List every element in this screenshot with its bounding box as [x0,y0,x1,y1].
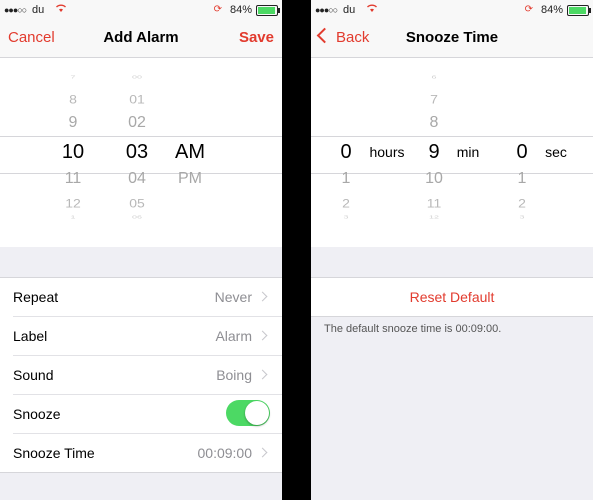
rotation-lock-icon: ⟳ [524,4,533,15]
hours-option[interactable]: 3 [343,214,348,220]
snooze-toggle[interactable] [226,400,270,426]
default-snooze-note: The default snooze time is 00:09:00. [324,323,502,335]
snooze-duration-picker[interactable]: 0 hours 1 2 3 6 7 8 9 min 10 11 12 0 sec… [311,58,593,247]
status-bar: ●●●○○ du ⟳ 84% [311,0,593,20]
status-bar: ●●●○○ du ⟳ 84% [0,0,282,20]
signal-strength-icon: ●●●○○ [4,5,27,15]
reset-default-button[interactable]: Reset Default [311,277,593,317]
snooze-time-row[interactable]: Snooze Time 00:09:00 [13,434,282,472]
minutes-option[interactable]: 10 [425,170,443,188]
row-value: Never [214,289,252,305]
chevron-right-icon [257,330,268,341]
row-label: Snooze [13,406,61,422]
battery-percentage: 84% [229,4,252,16]
minute-option[interactable]: 06 [132,214,142,220]
row-value: Alarm [215,328,252,344]
carrier-name: du [32,4,45,16]
battery-icon [256,5,280,16]
hours-selected[interactable]: 0 [340,141,351,164]
page-title: Snooze Time [405,29,499,46]
hour-option[interactable]: 9 [69,114,78,132]
snooze-time-screen: ●●●○○ du ⟳ 84% Back Snooze Time 0 hours … [311,0,593,500]
row-label: Sound [13,367,54,383]
minutes-selected[interactable]: 9 [428,141,439,164]
hour-option[interactable]: 11 [65,170,82,188]
hour-option[interactable]: 12 [65,196,81,210]
row-label: Snooze Time [13,445,95,461]
seconds-option[interactable]: 2 [518,196,526,210]
toggle-knob [245,401,269,425]
row-label: Repeat [13,289,59,305]
wifi-icon [366,3,378,16]
hour-selected[interactable]: 10 [62,141,84,164]
row-value: 00:09:00 [197,445,253,461]
minutes-option[interactable]: 8 [430,114,439,132]
minute-option[interactable]: 01 [129,92,145,106]
time-picker[interactable]: 7 8 9 10 11 12 1 00 01 02 03 04 05 06 AM… [0,58,282,247]
hour-option[interactable]: 8 [69,92,77,106]
seconds-option[interactable]: 1 [518,170,527,188]
minutes-option[interactable]: 7 [430,92,438,106]
hours-option[interactable]: 1 [342,170,351,188]
add-alarm-screen: ●●●○○ du ⟳ 84% Cancel Add Alarm Save 7 8… [0,0,282,500]
signal-strength-icon: ●●●○○ [315,5,338,15]
snooze-row: Snooze [13,395,282,434]
save-button[interactable]: Save [239,29,274,46]
sound-row[interactable]: Sound Boing [13,356,282,395]
minutes-option[interactable]: 11 [427,196,442,210]
minutes-unit-label: min [456,144,480,160]
minute-option[interactable]: 02 [128,114,146,132]
wifi-icon [55,3,67,16]
seconds-option[interactable]: 3 [519,214,524,220]
battery-icon [567,5,591,16]
chevron-right-icon [257,447,268,458]
label-row[interactable]: Label Alarm [13,317,282,356]
period-selected[interactable]: AM [175,141,205,164]
minutes-option[interactable]: 12 [429,214,439,220]
minute-option[interactable]: 04 [128,170,146,188]
hour-option[interactable]: 1 [70,214,75,220]
row-label: Label [13,328,48,344]
minute-option[interactable]: 00 [132,74,142,80]
row-value: Boing [216,367,252,383]
repeat-row[interactable]: Repeat Never [13,278,282,317]
chevron-right-icon [257,291,268,302]
period-option[interactable]: PM [178,170,202,188]
minute-option[interactable]: 05 [129,196,145,210]
chevron-right-icon [257,369,268,380]
navigation-bar: Back Snooze Time [311,20,593,58]
carrier-name: du [343,4,356,16]
minutes-option[interactable]: 6 [431,74,436,80]
minute-selected[interactable]: 03 [126,141,148,164]
alarm-settings-list: Repeat Never Label Alarm Sound Boing Sno… [0,277,282,473]
seconds-selected[interactable]: 0 [516,141,527,164]
navigation-bar: Cancel Add Alarm Save [0,20,282,58]
battery-percentage: 84% [540,4,563,16]
hours-option[interactable]: 2 [342,196,350,210]
seconds-unit-label: sec [545,144,567,160]
rotation-lock-icon: ⟳ [213,4,222,15]
hours-unit-label: hours [369,144,405,160]
hour-option[interactable]: 7 [70,74,75,80]
